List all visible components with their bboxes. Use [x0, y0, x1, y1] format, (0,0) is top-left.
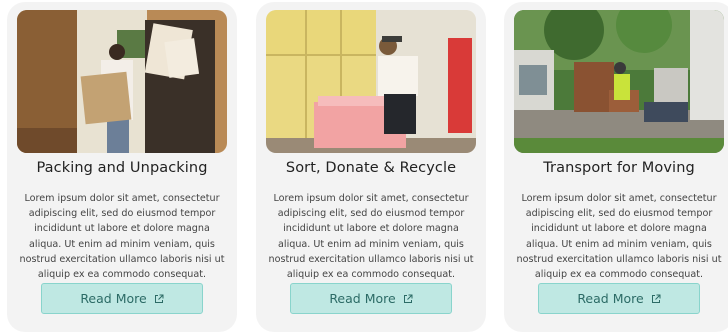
card-title: Transport for Moving — [543, 160, 695, 176]
card-title: Packing and Unpacking — [36, 160, 208, 176]
read-more-label: Read More — [577, 291, 644, 306]
external-link-icon — [403, 294, 413, 304]
service-card-transport: Transport for Moving Lorem ipsum dolor s… — [504, 2, 728, 332]
read-more-button[interactable]: Read More — [41, 283, 203, 314]
card-description: Lorem ipsum dolor sit amet, consectetur … — [19, 193, 225, 281]
service-card-sort-donate: Sort, Donate & Recycle Lorem ipsum dolor… — [256, 2, 486, 332]
external-link-icon — [154, 294, 164, 304]
card-description: Lorem ipsum dolor sit amet, consectetur … — [268, 193, 474, 281]
service-card-packing: Packing and Unpacking Lorem ipsum dolor … — [7, 2, 237, 332]
read-more-button[interactable]: Read More — [538, 283, 700, 314]
sorting-photo — [266, 10, 476, 153]
card-description: Lorem ipsum dolor sit amet, consectetur … — [516, 193, 722, 281]
read-more-label: Read More — [329, 291, 396, 306]
packing-photo — [17, 10, 227, 153]
transport-photo — [514, 10, 724, 153]
read-more-button[interactable]: Read More — [290, 283, 452, 314]
external-link-icon — [651, 294, 661, 304]
read-more-label: Read More — [80, 291, 147, 306]
card-title: Sort, Donate & Recycle — [285, 160, 457, 176]
